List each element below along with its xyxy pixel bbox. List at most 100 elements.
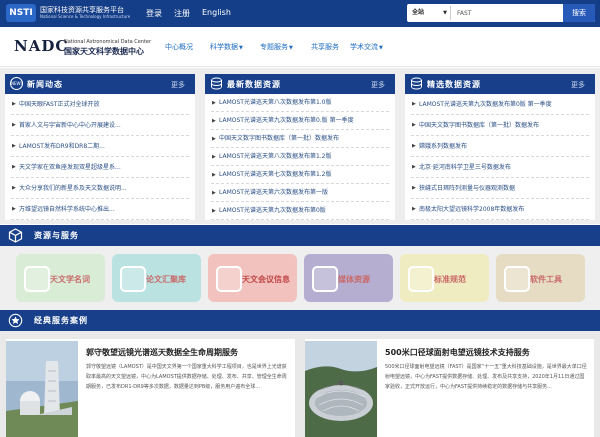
list-item[interactable]: ▶ 北京·延河南科学卫星三号数据发布 — [411, 157, 589, 178]
grid-icon — [504, 266, 530, 292]
brand-english-name: National Astronomical Data Center — [64, 39, 152, 45]
list-item[interactable]: ▶ 南极太阳大望远镜科学2008年数据发布 — [411, 199, 589, 220]
tile-paper-library[interactable]: 论文汇聚库 — [112, 254, 201, 302]
bullet-icon: ▶ — [212, 100, 216, 106]
list-item[interactable]: ▶ 大众分享我们的新星系及天文数据说明... — [11, 178, 189, 199]
tile-label: 论文汇聚库 — [146, 275, 186, 284]
list-item[interactable]: ▶ LAMOST光谱巡天第八次数据发布第1.2版 — [211, 148, 389, 166]
list-item[interactable]: ▶ LAMOST光谱巡天第九次数据发布第0.版 第一季度 — [211, 112, 389, 130]
list-item-text: 北京·延河南科学卫星三号数据发布 — [419, 164, 511, 171]
case-card-fast[interactable]: 500米口径球面射电望远镜技术支持服务 500米口径球面射电望远镜（FAST）是… — [305, 339, 594, 437]
list-item-text: 首家人文与宇宙新中心中心开展建设... — [19, 122, 121, 129]
nadc-logo[interactable]: NADC — [14, 37, 68, 55]
database-icon — [211, 77, 222, 90]
news-section: NEWS 新闻动态 更多 ▶ 中国天眼FAST正式对全球开放 ▶ 首家人文与宇宙新中… — [0, 68, 600, 224]
bullet-icon: ▶ — [412, 206, 416, 212]
bullet-icon: ▶ — [412, 143, 416, 149]
list-item-text: 中国天文数字图书数据库（第一批）数据发布 — [419, 122, 540, 129]
nav-label: 科学数据 — [210, 43, 238, 51]
bullet-icon: ▶ — [12, 185, 16, 191]
list-item-text: LAMOST光谱巡天第六次数据发布第一版 — [219, 189, 328, 196]
list-item[interactable]: ▶ LAMOST光谱巡天第六次数据发布第一版 — [211, 184, 389, 202]
case-description: 郭守敬望远镜（LAMOST）是中国天文界第一个国家重大科学工程项目，也是世界上光… — [86, 364, 287, 390]
bullet-icon: ▶ — [412, 122, 416, 128]
list-item[interactable]: ▶ LAMOST发布DR9和DR8二期... — [11, 136, 189, 157]
nav-label: 学术交流 — [350, 43, 378, 51]
list-item-text: 天文学家在双鱼座发现双星超级星系... — [19, 164, 121, 171]
search-input[interactable] — [453, 6, 561, 20]
nav-science-data[interactable]: 科学数据▼ — [210, 42, 243, 52]
chevron-down-icon: ▼ — [239, 45, 243, 51]
tile-label: 标准规范 — [434, 275, 466, 284]
list-item-text: 中国天文数字图书数据库（第一批）数据发布 — [219, 135, 340, 142]
nav-center-overview[interactable]: 中心概况 — [165, 42, 193, 52]
nav-shared-services[interactable]: 共享服务 — [311, 42, 339, 52]
resources-title: 资源与服务 — [34, 231, 79, 240]
nav-topic-services[interactable]: 专题服务▼ — [260, 42, 293, 52]
tile-standards[interactable]: 标准规范 — [400, 254, 489, 302]
bullet-icon: ▶ — [212, 118, 216, 124]
list-item-text: LAMOST光谱巡天第九次数据发布第0版 — [219, 207, 326, 214]
tile-media-resources[interactable]: 媒体资源 — [304, 254, 393, 302]
list-item-text: LAMOST发布DR9和DR8二期... — [19, 143, 105, 150]
list-item[interactable]: ▶ LAMOST光谱巡天第九次数据发布第0版 第一季度 — [411, 94, 589, 115]
download-icon — [120, 266, 146, 292]
news-panel-title: 新闻动态 — [27, 80, 63, 89]
nav-academic-exchange[interactable]: 学术交流▼ — [350, 42, 383, 52]
news-panel-header: NEWS 新闻动态 更多 — [5, 74, 195, 94]
list-item-text: 南极太阳大望远镜科学2008年数据发布 — [419, 206, 525, 213]
search-scope-select[interactable]: 全站 ▼ — [409, 6, 451, 20]
cases-section: 郭守敬望远镜光谱巡天数据全生命周期服务 郭守敬望远镜（LAMOST）是中国天文界… — [0, 331, 600, 437]
nav-label: 中心概况 — [165, 43, 193, 51]
register-link[interactable]: 注册 — [174, 8, 190, 19]
tile-label: 天文会议信息 — [242, 275, 290, 284]
list-item[interactable]: ▶ LAMOST光谱巡天第九次数据发布第0版 — [211, 202, 389, 220]
cases-bar: 经典服务案例 — [0, 310, 600, 331]
case-title: 郭守敬望远镜光谱巡天数据全生命周期服务 — [86, 348, 238, 357]
list-item[interactable]: ▶ 天文学家在双鱼座发现双星超级星系... — [11, 157, 189, 178]
list-item[interactable]: ▶ 狭缝式日珥阵列测量与仪器观测数据 — [411, 178, 589, 199]
case-description: 500米口径球面射电望远镜（FAST）是国家“十一五”重大科技基础设施，是世界最… — [385, 364, 587, 390]
chevron-down-icon: ▼ — [379, 45, 383, 51]
list-item[interactable]: ▶ LAMOST光谱巡天第八次数据发布第1.0版 — [211, 94, 389, 112]
english-link[interactable]: English — [202, 8, 231, 17]
list-item[interactable]: ▶ 万维望远镜自然科学系统中心推出... — [11, 199, 189, 220]
bullet-icon: ▶ — [12, 143, 16, 149]
case-card-lamost[interactable]: 郭守敬望远镜光谱巡天数据全生命周期服务 郭守敬望远镜（LAMOST）是中国天文界… — [6, 339, 295, 437]
list-item[interactable]: ▶ 中国天文数字图书数据库（第一批）数据发布 — [411, 115, 589, 136]
list-item-text: 万维望远镜自然科学系统中心推出... — [19, 206, 115, 213]
list-item[interactable]: ▶ LAMOST光谱巡天第七次数据发布第1.2版 — [211, 166, 389, 184]
latest-data-panel: 最新数据资源 更多 ▶ LAMOST光谱巡天第八次数据发布第1.0版 ▶ LAMOS… — [205, 74, 395, 220]
bullet-icon: ▶ — [12, 122, 16, 128]
platform-logo-subtitle: National Science & Technology Infrastruc… — [40, 14, 131, 19]
tile-conference-info[interactable]: 天文会议信息 — [208, 254, 297, 302]
list-item[interactable]: ▶ 首家人文与宇宙新中心中心开展建设... — [11, 115, 189, 136]
document-icon — [408, 266, 434, 292]
latest-data-header: 最新数据资源 更多 — [205, 74, 395, 94]
news-more-link[interactable]: 更多 — [171, 80, 185, 90]
list-item-text: LAMOST光谱巡天第八次数据发布第1.0版 — [219, 99, 332, 106]
tile-label: 媒体资源 — [338, 275, 370, 284]
featured-data-panel: 精选数据资源 更多 ▶ LAMOST光谱巡天第九次数据发布第0版 第一季度 ▶ 中国… — [405, 74, 595, 220]
list-item-text: 嫦娥系列数据发布 — [419, 143, 468, 150]
tile-software-tools[interactable]: 软件工具 — [496, 254, 585, 302]
nadc-logo-text: NADC — [14, 37, 69, 55]
latest-data-more-link[interactable]: 更多 — [371, 80, 385, 90]
featured-data-more-link[interactable]: 更多 — [571, 80, 585, 90]
list-item-text: LAMOST光谱巡天第九次数据发布第0.版 第一季度 — [219, 117, 354, 124]
tile-label: 天文学名词 — [50, 275, 90, 284]
platform-logo[interactable]: NSTI 国家科技资源共享服务平台 National Science & Tec… — [6, 4, 156, 23]
list-item[interactable]: ▶ 中国天眼FAST正式对全球开放 — [11, 94, 189, 115]
bullet-icon: ▶ — [212, 208, 216, 214]
list-item[interactable]: ▶ 中国天文数字图书数据库（第一批）数据发布 — [211, 130, 389, 148]
fast-telescope-image — [305, 341, 377, 437]
video-icon — [312, 266, 338, 292]
star-badge-icon — [8, 313, 23, 328]
bullet-icon: ▶ — [412, 101, 416, 107]
login-link[interactable]: 登录 — [146, 8, 162, 19]
search-button[interactable]: 搜索 — [563, 4, 595, 22]
chevron-down-icon: ▼ — [443, 10, 447, 16]
tile-astronomy-terms[interactable]: 天文学名词 — [16, 254, 105, 302]
list-item[interactable]: ▶ 嫦娥系列数据发布 — [411, 136, 589, 157]
tile-label: 软件工具 — [530, 275, 562, 284]
